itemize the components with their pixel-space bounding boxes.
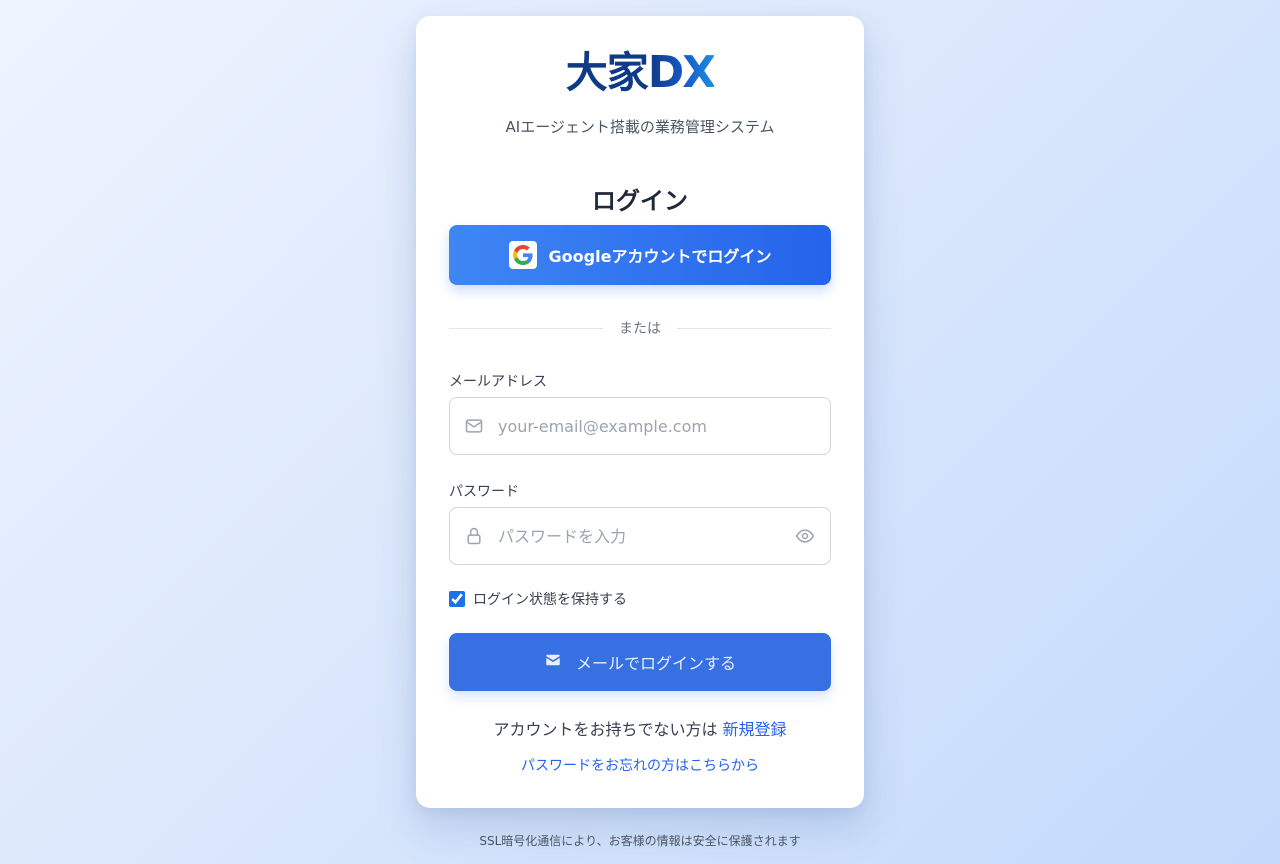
login-card: 大家 DX AIエージェント搭載の業務管理システム ログイン Googleアカウ… <box>416 16 864 808</box>
google-logo-icon <box>508 241 537 269</box>
email-login-button[interactable]: メールでログインする <box>449 633 831 691</box>
eye-icon[interactable] <box>780 526 830 546</box>
email-login-label: メールでログインする <box>575 654 736 673</box>
remember-me[interactable]: ログイン状態を保持する <box>449 590 627 608</box>
logo-kanji: 大家 <box>565 48 649 97</box>
password-input[interactable] <box>498 508 780 564</box>
forgot-password: パスワードをお忘れの方はこちらから <box>416 755 864 775</box>
google-login-button[interactable]: Googleアカウントでログイン <box>449 225 831 285</box>
security-footer: SSL暗号化通信により、お客様の情報は安全に保護されます <box>479 834 801 848</box>
divider-text: または <box>619 321 661 337</box>
signup-prompt: アカウントをお持ちでない方は 新規登録 <box>416 716 864 740</box>
email-label: メールアドレス <box>449 374 547 390</box>
email-input[interactable] <box>498 398 830 454</box>
lock-icon <box>450 526 498 546</box>
page-title: ログイン <box>592 187 688 215</box>
forgot-password-link[interactable]: パスワードをお忘れの方はこちらから <box>521 758 759 774</box>
logo-dx: DX <box>647 47 716 98</box>
email-field[interactable] <box>449 397 831 455</box>
mail-icon <box>450 416 498 436</box>
google-login-label: Googleアカウントでログイン <box>548 247 772 266</box>
signup-text: アカウントをお持ちでない方は <box>493 720 718 739</box>
password-field[interactable] <box>449 507 831 565</box>
divider-line-right <box>677 327 831 329</box>
signup-link[interactable]: 新規登録 <box>723 720 787 739</box>
app-subtitle: AIエージェント搭載の業務管理システム <box>505 118 775 136</box>
envelope-icon <box>544 651 562 673</box>
remember-label: ログイン状態を保持する <box>473 592 627 608</box>
app-logo: 大家 DX <box>416 50 864 96</box>
remember-checkbox[interactable] <box>449 591 465 607</box>
divider-line-left <box>449 327 603 329</box>
password-label: パスワード <box>449 484 519 500</box>
or-divider: または <box>449 318 831 338</box>
